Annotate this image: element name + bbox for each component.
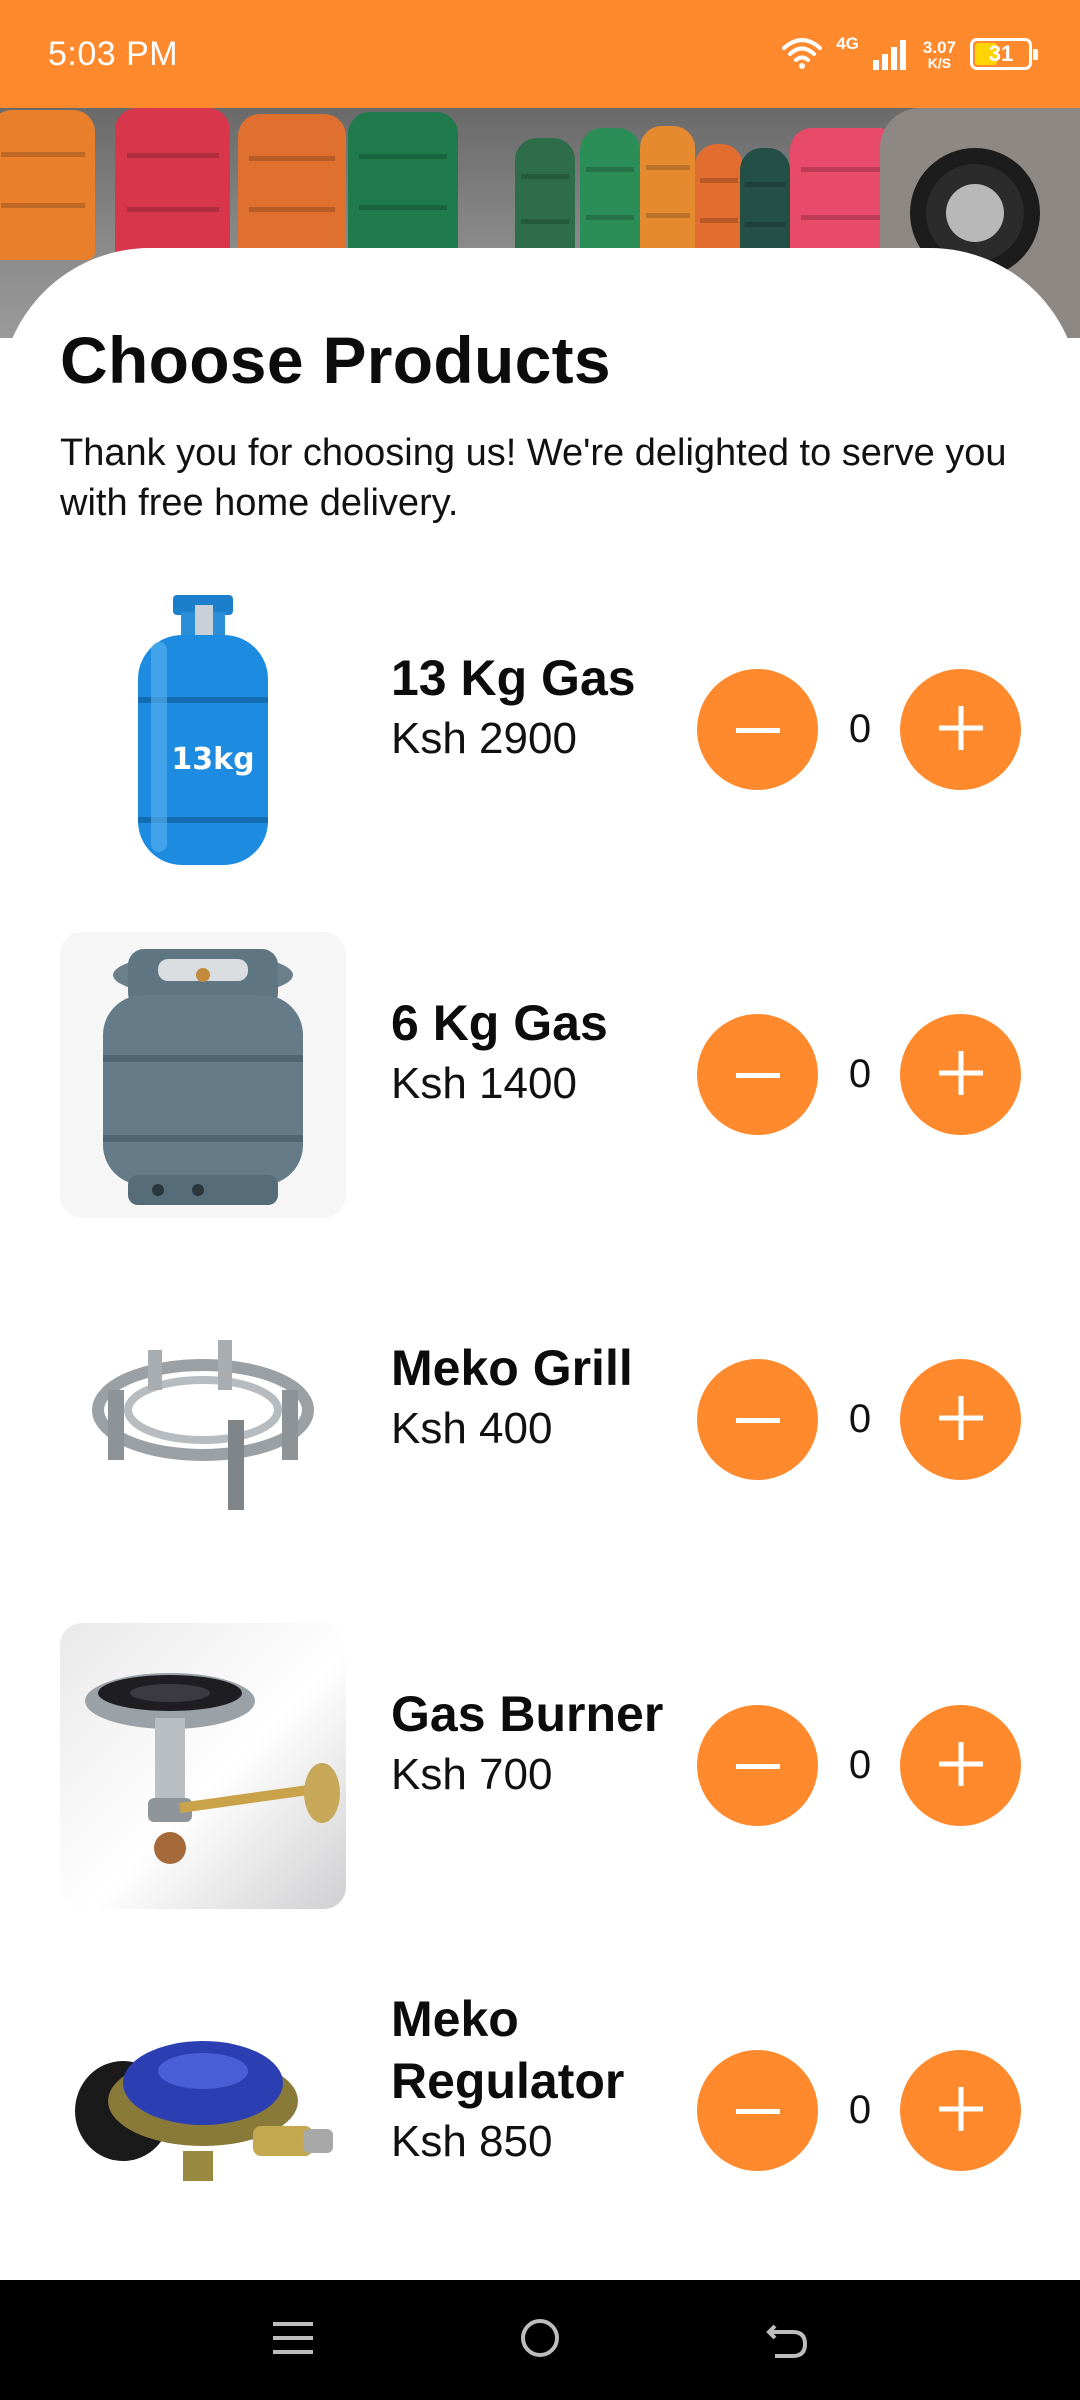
decrease-quantity-button[interactable] <box>697 1705 818 1826</box>
quantity-value: 0 <box>848 1052 872 1096</box>
battery-icon: 31 <box>970 38 1038 70</box>
product-image-gas-regulator <box>60 1968 346 2254</box>
minus-icon <box>735 1758 780 1773</box>
wifi-icon <box>782 38 823 70</box>
minus-icon <box>735 1067 780 1082</box>
product-name: Meko Grill <box>391 1340 633 1396</box>
plus-icon <box>938 1051 983 1098</box>
product-price: Ksh 2900 <box>391 714 577 763</box>
back-icon <box>765 2316 809 2365</box>
plus-icon <box>938 706 983 753</box>
product-info: Gas Burner Ksh 700 <box>391 1683 691 1805</box>
increase-quantity-button[interactable] <box>900 2050 1021 2171</box>
page-title: Choose Products <box>60 323 611 397</box>
product-row-meko-regulator: Meko Regulator Ksh 850 0 <box>60 1968 1040 2254</box>
page-subtitle: Thank you for choosing us! We're delight… <box>60 432 1007 524</box>
product-row-13kg-gas: 13kg 13 Kg Gas Ksh 2900 0 <box>60 587 1040 873</box>
network-type: 4G <box>836 34 859 53</box>
increase-quantity-button[interactable] <box>900 669 1021 790</box>
increase-quantity-button[interactable] <box>900 1705 1021 1826</box>
plus-icon <box>938 1742 983 1789</box>
network-speed: 3.07 K/S <box>923 39 956 70</box>
menu-icon <box>271 2318 315 2363</box>
product-name: 13 Kg Gas <box>391 650 636 706</box>
cylinder-label: 13kg <box>171 742 254 777</box>
status-bar: 5:03 PM 4G 3.07 K/S 31 <box>0 0 1080 108</box>
product-image-gas-burner <box>60 1623 346 1909</box>
product-price: Ksh 1400 <box>391 1059 577 1108</box>
battery-level: 31 <box>988 41 1014 66</box>
quantity-value: 0 <box>848 1397 872 1441</box>
product-info: Meko Regulator Ksh 850 <box>391 1988 691 2172</box>
back-nav-button[interactable] <box>747 2300 827 2380</box>
increase-quantity-button[interactable] <box>900 1014 1021 1135</box>
product-row-gas-burner: Gas Burner Ksh 700 0 <box>60 1623 1040 1909</box>
product-info: 6 Kg Gas Ksh 1400 <box>391 992 691 1114</box>
product-row-meko-grill: Meko Grill Ksh 400 0 <box>60 1277 1040 1563</box>
product-price: Ksh 400 <box>391 1404 553 1453</box>
decrease-quantity-button[interactable] <box>697 1014 818 1135</box>
minus-icon <box>735 722 780 737</box>
home-icon <box>518 2316 562 2365</box>
status-icons: 4G 3.07 K/S 31 <box>782 34 1038 70</box>
product-info: 13 Kg Gas Ksh 2900 <box>391 647 691 769</box>
minus-icon <box>735 1412 780 1427</box>
plus-icon <box>938 2087 983 2134</box>
product-image-13kg-cylinder: 13kg <box>60 587 346 873</box>
decrease-quantity-button[interactable] <box>697 2050 818 2171</box>
increase-quantity-button[interactable] <box>900 1359 1021 1480</box>
product-price: Ksh 700 <box>391 1750 553 1799</box>
product-row-6kg-gas: 6 Kg Gas Ksh 1400 0 <box>60 932 1040 1218</box>
product-image-6kg-cylinder <box>60 932 346 1218</box>
decrease-quantity-button[interactable] <box>697 1359 818 1480</box>
product-name: Gas Burner <box>391 1686 664 1742</box>
status-time: 5:03 PM <box>48 34 179 73</box>
product-name: 6 Kg Gas <box>391 995 608 1051</box>
product-name: Meko Regulator <box>391 1991 625 2109</box>
speed-unit: K/S <box>927 54 952 71</box>
decrease-quantity-button[interactable] <box>697 669 818 790</box>
plus-icon <box>938 1396 983 1443</box>
home-nav-button[interactable] <box>500 2300 580 2380</box>
quantity-value: 0 <box>848 707 872 751</box>
product-price: Ksh 850 <box>391 2117 553 2166</box>
quantity-value: 0 <box>848 2088 872 2132</box>
speed-value: 3.07 <box>922 37 956 57</box>
product-info: Meko Grill Ksh 400 <box>391 1337 691 1459</box>
product-image-grill-stand <box>60 1277 346 1563</box>
minus-icon <box>735 2103 780 2118</box>
quantity-value: 0 <box>848 1743 872 1787</box>
menu-nav-button[interactable] <box>253 2300 333 2380</box>
signal-icon <box>872 38 909 70</box>
system-nav-bar <box>0 2280 1080 2400</box>
